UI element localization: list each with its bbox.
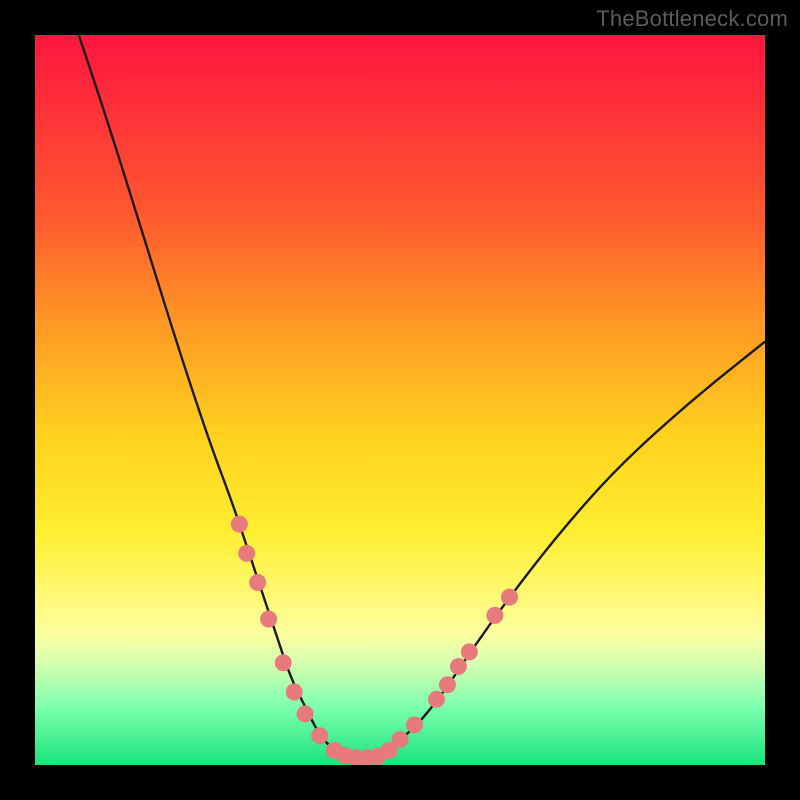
curve-marker — [238, 545, 255, 562]
curve-marker — [450, 658, 467, 675]
curve-marker — [501, 589, 518, 606]
curve-marker — [370, 748, 387, 765]
curve-marker — [348, 749, 365, 765]
curve-marker — [297, 705, 314, 722]
curve-marker — [326, 742, 343, 759]
curve-marker — [461, 643, 478, 660]
curve-marker — [260, 611, 277, 628]
curve-marker — [392, 731, 409, 748]
chart-frame: TheBottleneck.com — [0, 0, 800, 800]
curve-marker — [231, 516, 248, 533]
curve-svg — [35, 35, 765, 765]
curve-marker — [311, 727, 328, 744]
curve-marker — [275, 654, 292, 671]
curve-marker — [439, 676, 456, 693]
curve-marker — [486, 607, 503, 624]
curve-marker — [428, 691, 445, 708]
curve-marker — [359, 749, 376, 765]
plot-area — [35, 35, 765, 765]
curve-marker — [286, 684, 303, 701]
curve-marker — [406, 716, 423, 733]
curve-marker — [337, 747, 354, 764]
curve-marker — [249, 574, 266, 591]
curve-marker — [381, 742, 398, 759]
bottleneck-curve — [79, 35, 765, 758]
curve-markers — [231, 516, 518, 765]
watermark-text: TheBottleneck.com — [596, 6, 788, 32]
